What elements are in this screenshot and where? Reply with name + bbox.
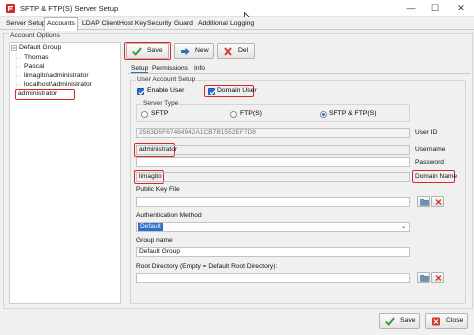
browse-root-directory-button[interactable] <box>417 272 430 283</box>
user-id-field: 2563D5F67464942A1CB7B1552EF7D8 <box>136 128 410 138</box>
tab-additional[interactable]: Additional <box>196 18 230 30</box>
setup-window: SFTP & FTP(S) Server Setup — ☐ ✕ Server … <box>0 0 474 335</box>
maximize-button[interactable]: ☐ <box>424 0 446 17</box>
user-id-label: User ID <box>415 129 438 136</box>
subtab-divider <box>128 73 470 74</box>
check-icon <box>138 90 145 96</box>
root-directory-input[interactable] <box>136 273 410 283</box>
tab-info[interactable]: Info <box>194 64 205 73</box>
footer-close-button[interactable]: Close <box>425 313 468 329</box>
server-type-label: Server Type <box>142 100 180 108</box>
enable-user-checkbox[interactable] <box>137 88 145 96</box>
tab-security[interactable]: Security <box>145 18 174 30</box>
root-directory-label: Root Directory (Empty = Default Root Dir… <box>136 263 278 270</box>
server-type-sftp-ftps-radio[interactable] <box>320 111 327 118</box>
tab-logging[interactable]: Logging <box>228 18 256 30</box>
tab-host-key[interactable]: Host Key <box>117 18 149 30</box>
authentication-method-value: Default <box>138 223 163 231</box>
checkmark-icon <box>385 317 395 326</box>
tree-item-limagito-administrator[interactable]: limagito\administrator <box>24 71 89 80</box>
clear-x-icon <box>435 199 442 205</box>
folder-icon <box>420 274 429 282</box>
check-icon <box>209 90 216 96</box>
arrow-right-icon <box>181 47 190 56</box>
chevron-down-icon: ⌄ <box>400 224 406 230</box>
server-type-sftp-ftps-label: SFTP & FTP(S) <box>329 110 377 117</box>
close-icon <box>432 317 440 326</box>
tab-permissions[interactable]: Permissions <box>152 64 188 73</box>
clear-root-directory-button[interactable] <box>431 272 444 283</box>
checkmark-icon <box>132 47 142 56</box>
domain-name-input[interactable]: limagito <box>136 172 410 182</box>
authentication-method-select[interactable]: Default ⌄ <box>136 222 410 232</box>
password-label: Password <box>415 159 444 166</box>
group-name-label: Group name <box>136 237 173 244</box>
tab-accounts[interactable]: Accounts <box>44 17 78 31</box>
account-options-label: Account Options <box>9 32 61 40</box>
tab-server-setup[interactable]: Server Setup <box>4 18 48 30</box>
user-account-setup-label: User Account Setup <box>136 76 197 84</box>
browse-public-key-button[interactable] <box>417 196 430 207</box>
clear-x-icon <box>435 275 442 281</box>
footer-close-label: Close <box>446 317 464 324</box>
tab-guard[interactable]: Guard <box>172 18 195 30</box>
tree-selection-highlight <box>15 89 75 100</box>
username-label: Username <box>415 146 446 153</box>
footer-save-button[interactable]: Save <box>379 313 420 329</box>
delete-x-icon <box>224 47 232 56</box>
tree-item-thomas[interactable]: Thomas <box>24 53 49 62</box>
tree-item-default-group[interactable]: Default Group <box>19 43 61 52</box>
clear-public-key-button[interactable] <box>431 196 444 207</box>
title-bar: SFTP & FTP(S) Server Setup — ☐ ✕ <box>0 0 474 17</box>
account-tree[interactable]: Default Group Thomas Pascal limagito\adm… <box>9 42 121 304</box>
public-key-file-label: Public Key File <box>136 186 180 193</box>
delete-button[interactable]: Del <box>217 43 255 59</box>
server-type-sftp-label: SFTP <box>151 110 169 117</box>
enable-user-label: Enable User <box>147 87 185 94</box>
footer-save-label: Save <box>400 317 416 324</box>
public-key-file-input[interactable] <box>136 197 410 207</box>
delete-button-label: Del <box>238 47 249 54</box>
group-name-input[interactable]: Default Group <box>136 247 410 257</box>
authentication-method-label: Authentication Method <box>136 212 202 219</box>
domain-user-checkbox[interactable] <box>208 88 216 96</box>
server-type-sftp-radio[interactable] <box>141 111 148 118</box>
new-button-label: New <box>195 47 209 54</box>
tree-item-localhost-administrator[interactable]: localhost\administrator <box>24 80 92 89</box>
username-input[interactable]: administrator <box>136 145 410 155</box>
tab-ldap-client[interactable]: LDAP Client <box>80 18 121 30</box>
minimize-button[interactable]: — <box>400 0 422 17</box>
save-button[interactable]: Save <box>126 43 169 59</box>
main-tab-strip: Server Setup Accounts LDAP Client Host K… <box>0 17 474 31</box>
app-logo-icon <box>6 4 15 13</box>
tree-item-pascal[interactable]: Pascal <box>24 62 44 71</box>
domain-user-label: Domain User <box>217 87 257 94</box>
server-type-ftps-radio[interactable] <box>230 111 237 118</box>
tree-collapse-icon[interactable] <box>11 45 17 51</box>
tab-setup[interactable]: Setup <box>131 64 149 73</box>
window-title: SFTP & FTP(S) Server Setup <box>20 4 119 13</box>
new-button[interactable]: New <box>174 43 214 59</box>
save-button-label: Save <box>147 47 163 54</box>
server-type-ftps-label: FTP(S) <box>240 110 262 117</box>
domain-name-label: Domain Name <box>415 173 458 180</box>
close-window-button[interactable]: ✕ <box>450 0 472 17</box>
password-input[interactable] <box>136 157 410 167</box>
folder-icon <box>420 198 429 206</box>
